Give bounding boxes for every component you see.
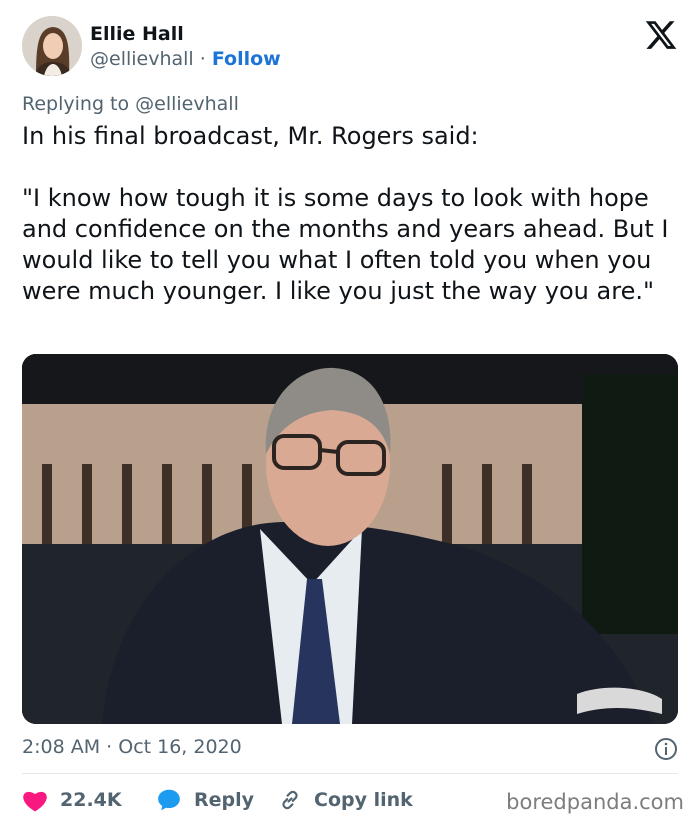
x-logo-icon[interactable] [644,18,678,52]
avatar[interactable] [22,16,82,76]
author-handle-row: @ellievhall · Follow [90,48,281,70]
tweet-image[interactable] [22,354,678,724]
tweet-time: 2:08 AM [22,736,101,758]
like-button[interactable]: 22.4K [22,786,122,814]
watermark: boredpanda.com [506,790,684,814]
speech-bubble-icon [158,789,180,811]
author-handle[interactable]: @ellievhall [90,48,194,70]
replying-prefix: Replying to [22,93,136,115]
copy-link-button[interactable]: Copy link [278,786,413,814]
tweet-header: Ellie Hall @ellievhall · Follow [22,16,678,80]
author-name[interactable]: Ellie Hall [90,23,184,45]
divider [22,773,678,774]
replying-to: Replying to @ellievhall [22,93,239,115]
tweet-text: In his final broadcast, Mr. Rogers said:… [22,122,669,305]
info-icon[interactable] [654,737,678,761]
like-count: 22.4K [60,789,122,811]
reply-label: Reply [194,789,255,811]
replying-mention[interactable]: @ellievhall [135,93,239,115]
follow-button[interactable]: Follow [212,48,281,70]
handle-separator: · [193,48,212,70]
link-icon [282,790,298,810]
heart-icon [23,791,47,812]
meta-separator: · [100,736,119,758]
tweet-timestamp[interactable]: 2:08 AM · Oct 16, 2020 [22,736,242,758]
tweet-date: Oct 16, 2020 [118,736,242,758]
reply-button[interactable]: Reply [156,786,254,814]
copy-link-label: Copy link [314,789,413,811]
